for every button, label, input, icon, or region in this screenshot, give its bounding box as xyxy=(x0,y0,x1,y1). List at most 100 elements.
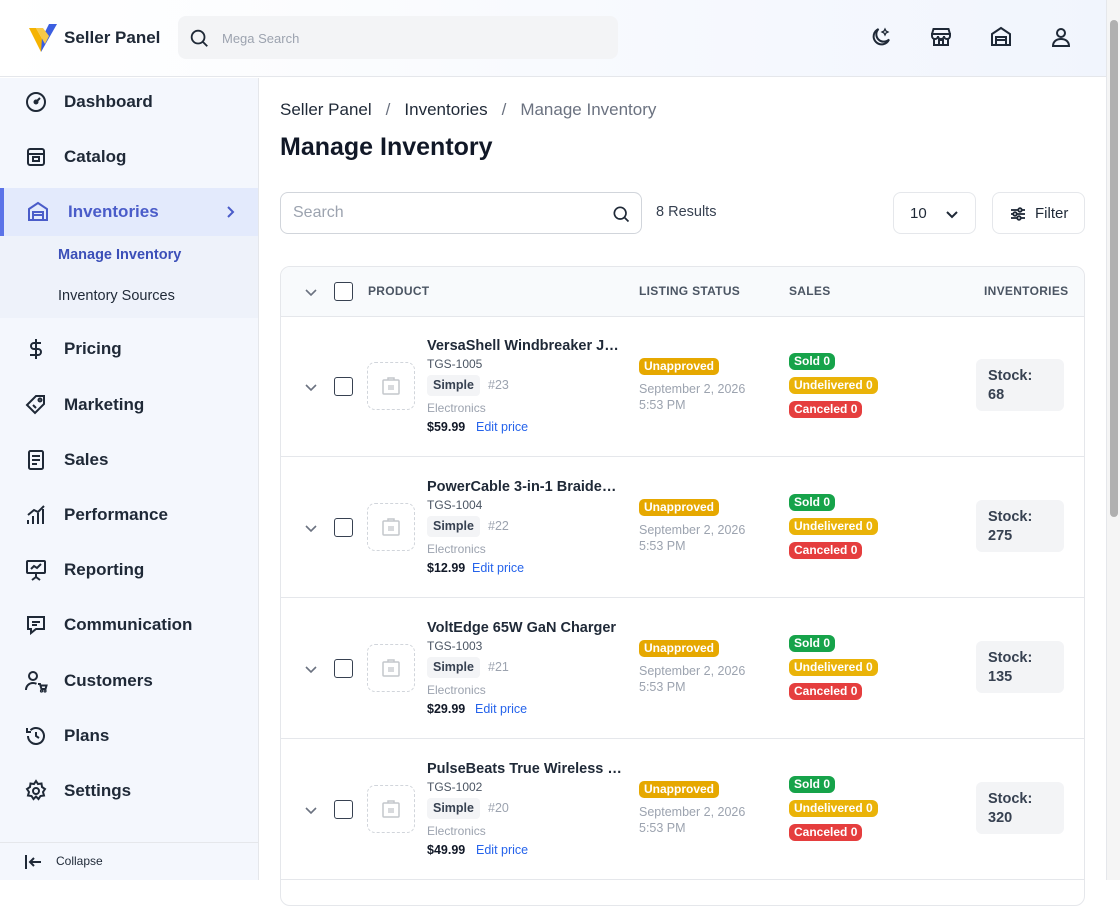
filter-label: Filter xyxy=(1035,205,1069,222)
user-icon[interactable] xyxy=(1049,25,1073,49)
inventories-icon xyxy=(28,201,48,221)
product-category: Electronics xyxy=(427,542,486,556)
product-price: $12.99 xyxy=(427,561,466,575)
presentation-icon xyxy=(26,560,46,581)
chevron-down-icon[interactable] xyxy=(303,661,319,677)
brand-logo-icon[interactable] xyxy=(27,22,61,54)
chat-icon xyxy=(27,616,45,636)
product-price: $29.99 xyxy=(427,702,466,716)
listing-time: 5:53 PM xyxy=(639,821,686,835)
edit-price-link[interactable]: Edit price xyxy=(476,843,528,857)
edit-price-link[interactable]: Edit price xyxy=(475,702,527,716)
customer-icon xyxy=(25,671,48,693)
chevron-down-icon[interactable] xyxy=(303,379,319,395)
product-name[interactable]: VoltEdge 65W GaN Charger xyxy=(427,620,625,636)
edit-price-link[interactable]: Edit price xyxy=(472,561,524,575)
product-id: #21 xyxy=(488,660,509,674)
select-all-checkbox[interactable] xyxy=(334,282,353,301)
product-thumbnail[interactable] xyxy=(367,785,415,833)
table-row: PowerCable 3-in-1 Braided Cable TGS-1004… xyxy=(281,457,1084,598)
stock-label: Stock: xyxy=(988,509,1033,525)
mega-search[interactable] xyxy=(178,16,618,59)
stock-box[interactable]: Stock: 135 xyxy=(976,641,1064,693)
sidebar-item-plans[interactable]: Plans xyxy=(0,712,258,760)
product-category: Electronics xyxy=(427,824,486,838)
chevron-down-icon[interactable] xyxy=(303,520,319,536)
stock-box[interactable]: Stock: 320 xyxy=(976,782,1064,834)
sidebar: Dashboard Catalog Inventories Manage Inv… xyxy=(0,78,259,880)
row-checkbox[interactable] xyxy=(334,518,353,537)
subitem-inventory-sources[interactable]: Inventory Sources xyxy=(58,288,175,304)
edit-price-link[interactable]: Edit price xyxy=(476,420,528,434)
sidebar-item-catalog[interactable]: Catalog xyxy=(0,133,258,181)
sidebar-item-marketing[interactable]: Marketing xyxy=(0,381,258,429)
row-checkbox[interactable] xyxy=(334,377,353,396)
search-icon[interactable] xyxy=(611,204,631,224)
brand-name[interactable]: Seller Panel xyxy=(64,28,160,48)
table-row: VersaShell Windbreaker Jacket TGS-1005 S… xyxy=(281,316,1084,457)
product-sku: TGS-1003 xyxy=(427,639,483,653)
sidebar-item-reporting[interactable]: Reporting xyxy=(0,546,258,594)
product-thumbnail[interactable] xyxy=(367,362,415,410)
sold-badge: Sold 0 xyxy=(789,353,836,370)
warehouse-icon[interactable] xyxy=(989,25,1013,49)
stock-label: Stock: xyxy=(988,650,1033,666)
store-icon[interactable] xyxy=(929,25,953,49)
breadcrumb-current: Manage Inventory xyxy=(520,100,657,119)
search-input[interactable] xyxy=(293,203,603,223)
product-sku: TGS-1004 xyxy=(427,498,483,512)
stock-value: 320 xyxy=(988,810,1013,826)
column-product: PRODUCT xyxy=(368,284,430,298)
sidebar-item-label: Dashboard xyxy=(64,92,153,111)
listing-date-day: September 2, 2026 xyxy=(639,805,746,819)
stock-box[interactable]: Stock: 68 xyxy=(976,359,1064,411)
listing-date: September 2, 2026 5:53 PM xyxy=(639,804,745,836)
moon-icon[interactable] xyxy=(869,25,893,49)
undelivered-badge: Undelivered 0 xyxy=(789,800,878,817)
row-checkbox[interactable] xyxy=(334,659,353,678)
mega-search-input[interactable] xyxy=(222,27,602,49)
breadcrumb-root[interactable]: Seller Panel xyxy=(280,100,372,120)
sidebar-item-pricing[interactable]: Pricing xyxy=(0,325,258,373)
row-checkbox[interactable] xyxy=(334,800,353,819)
history-icon xyxy=(26,727,45,745)
sidebar-item-inventories[interactable]: Inventories xyxy=(0,188,258,236)
product-name[interactable]: PulseBeats True Wireless Earbuds xyxy=(427,761,625,777)
sidebar-item-customers[interactable]: Customers xyxy=(0,657,258,705)
inventory-search[interactable] xyxy=(280,192,642,234)
sidebar-item-settings[interactable]: Settings xyxy=(0,767,258,815)
sidebar-item-sales[interactable]: Sales xyxy=(0,436,258,484)
sidebar-item-dashboard[interactable]: Dashboard xyxy=(0,78,258,126)
per-page-select[interactable]: 10 xyxy=(893,192,976,234)
sidebar-item-communication[interactable]: Communication xyxy=(0,601,258,649)
expand-all-icon[interactable] xyxy=(303,284,319,300)
chevron-down-icon[interactable] xyxy=(303,802,319,818)
image-placeholder-icon xyxy=(382,377,400,395)
stock-box[interactable]: Stock: 275 xyxy=(976,500,1064,552)
stock-label: Stock: xyxy=(988,791,1033,807)
top-header: Seller Panel xyxy=(0,0,1106,77)
scrollbar-thumb[interactable] xyxy=(1110,20,1118,517)
breadcrumb-parent[interactable]: Inventories xyxy=(404,100,487,120)
sidebar-item-label: Settings xyxy=(64,781,132,800)
collapse-button[interactable]: Collapse xyxy=(0,842,258,880)
listing-date: September 2, 2026 5:53 PM xyxy=(639,522,745,554)
listing-date-day: September 2, 2026 xyxy=(639,382,746,396)
sidebar-item-label: Reporting xyxy=(64,560,145,579)
chevron-right-icon[interactable] xyxy=(222,204,238,220)
image-placeholder-icon xyxy=(382,518,400,536)
product-type-badge: Simple xyxy=(427,798,480,819)
page-scrollbar[interactable] xyxy=(1106,0,1120,880)
sidebar-item-performance[interactable]: Performance xyxy=(0,491,258,539)
product-thumbnail[interactable] xyxy=(367,503,415,551)
sold-badge: Sold 0 xyxy=(789,776,836,793)
listing-date-day: September 2, 2026 xyxy=(639,523,746,537)
collapse-label: Collapse xyxy=(56,854,103,868)
table-row: VoltEdge 65W GaN Charger TGS-1003 Simple… xyxy=(281,598,1084,739)
stock-label: Stock: xyxy=(988,368,1033,384)
product-thumbnail[interactable] xyxy=(367,644,415,692)
filter-button[interactable]: Filter xyxy=(992,192,1085,234)
subitem-manage-inventory[interactable]: Manage Inventory xyxy=(58,247,181,263)
product-name[interactable]: PowerCable 3-in-1 Braided Cable xyxy=(427,479,625,495)
product-name[interactable]: VersaShell Windbreaker Jacket xyxy=(427,338,625,354)
